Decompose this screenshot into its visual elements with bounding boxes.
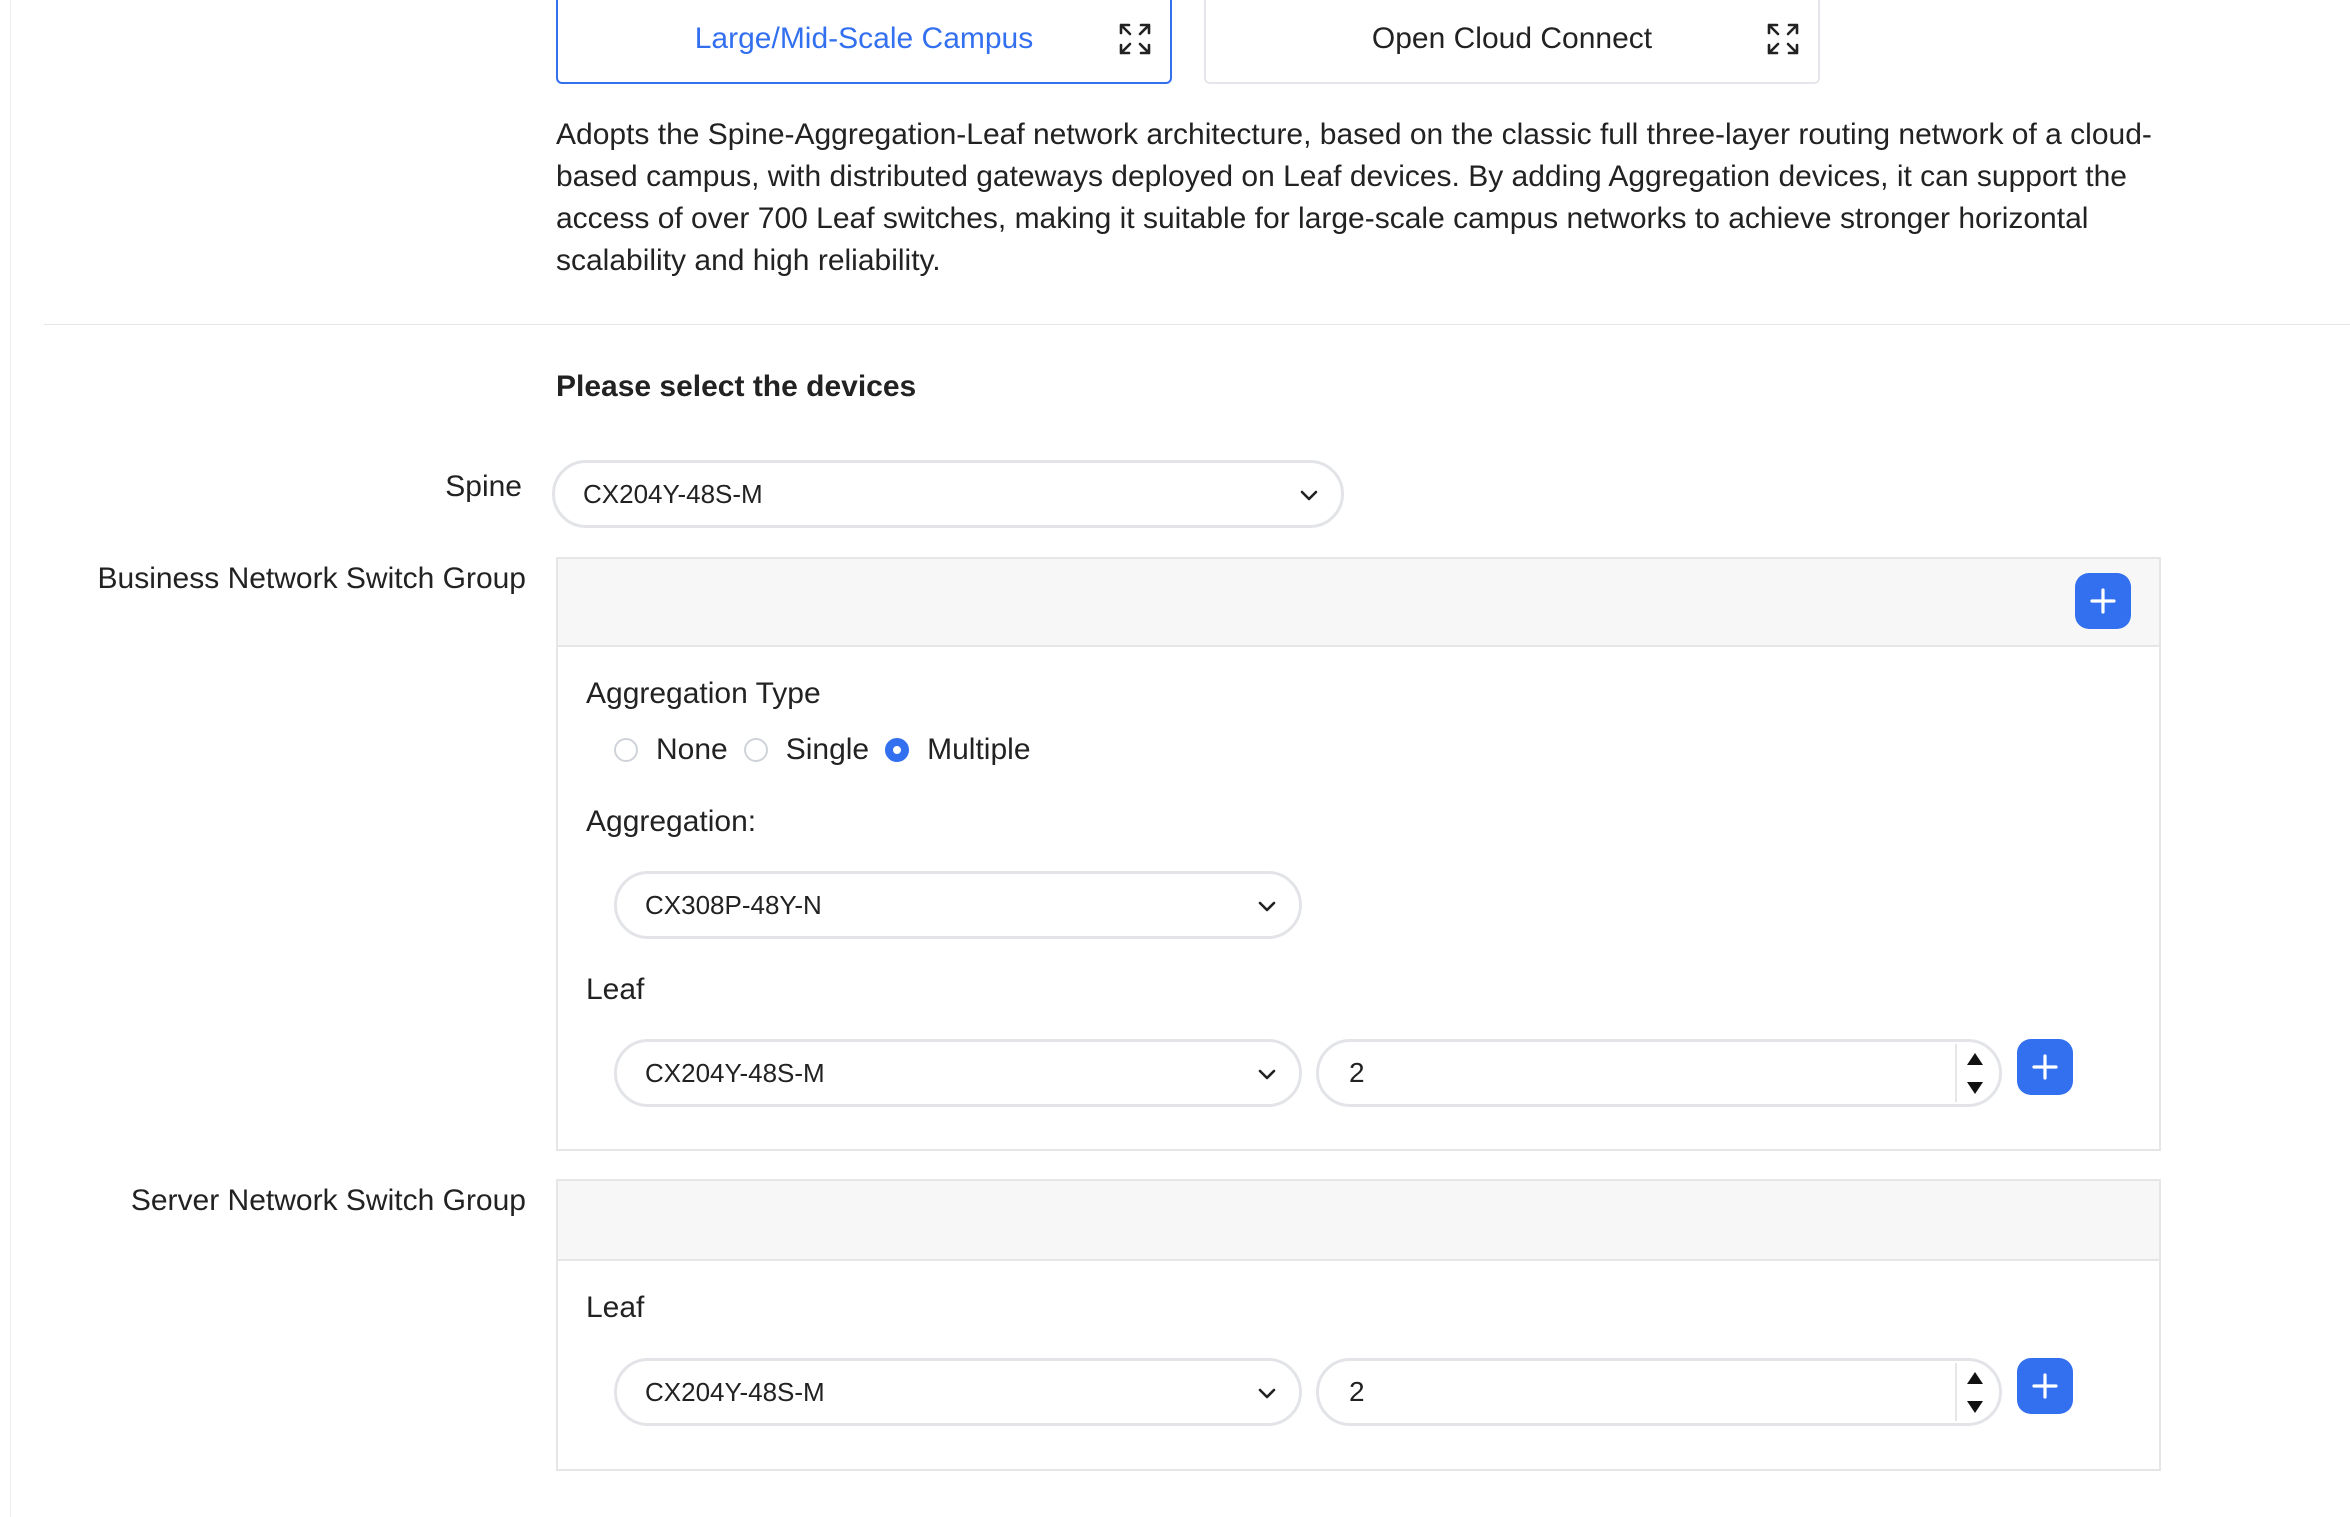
radio-circle [743, 738, 768, 762]
server-group-label: Server Network Switch Group [130, 1184, 526, 1217]
radio-single[interactable]: Single [743, 733, 870, 767]
server-leaf-count-input[interactable]: 2 [1316, 1358, 2002, 1426]
radio-label: None [656, 733, 728, 766]
radio-circle [614, 738, 638, 762]
leaf-label: Leaf [586, 1291, 645, 1324]
server-leaf-count-spinner[interactable] [1955, 1363, 1993, 1421]
tab-open-cloud-connect[interactable]: Open Cloud Connect [1204, 0, 1820, 84]
chevron-down-icon [1258, 1069, 1276, 1080]
plus-icon [2090, 588, 2116, 614]
increment-arrow-icon[interactable] [1967, 1052, 1983, 1065]
leaf-label: Leaf [586, 973, 645, 1006]
business-group-label: Business Network Switch Group [97, 562, 527, 595]
radio-label: Multiple [927, 733, 1031, 766]
leaf-select[interactable]: CX204Y-48S-M [614, 1039, 1302, 1107]
add-leaf-button[interactable] [2017, 1039, 2073, 1095]
radio-multiple[interactable]: Multiple [885, 733, 1031, 767]
increment-arrow-icon[interactable] [1967, 1371, 1983, 1384]
server-group-header [558, 1181, 2159, 1261]
chevron-down-icon [1300, 490, 1318, 501]
tab-label: Large/Mid-Scale Campus [694, 22, 1034, 55]
spine-label: Spine [445, 470, 522, 503]
aggregation-select[interactable]: CX308P-48Y-N [614, 871, 1302, 939]
spine-select[interactable]: CX204Y-48S-M [552, 460, 1344, 528]
aggregation-select-value: CX308P-48Y-N [645, 889, 822, 920]
aggregation-label: Aggregation: [586, 805, 757, 838]
business-group-header [558, 559, 2159, 647]
plus-icon [2032, 1054, 2058, 1080]
architecture-description: Adopts the Spine-Aggregation-Leaf networ… [556, 118, 2152, 277]
server-leaf-select[interactable]: CX204Y-48S-M [614, 1358, 1302, 1426]
leaf-count-input[interactable]: 2 [1316, 1039, 2002, 1107]
chevron-down-icon [1258, 1388, 1276, 1399]
tab-label: Open Cloud Connect [1371, 22, 1653, 55]
decrement-arrow-icon[interactable] [1967, 1400, 1983, 1413]
section-title: Please select the devices [556, 370, 917, 403]
expand-icon[interactable] [1766, 22, 1800, 56]
server-leaf-select-value: CX204Y-48S-M [645, 1376, 825, 1407]
section-divider [44, 324, 2350, 325]
tab-large-mid-scale-campus[interactable]: Large/Mid-Scale Campus [556, 0, 1172, 84]
page: Large/Mid-Scale Campus Open Cloud Connec… [0, 0, 2350, 1517]
server-group-panel: Leaf CX204Y-48S-M 2 [556, 1179, 2161, 1471]
decrement-arrow-icon[interactable] [1967, 1081, 1983, 1094]
add-business-group-button[interactable] [2075, 573, 2131, 629]
radio-none[interactable]: None [614, 733, 728, 767]
left-border [10, 0, 11, 1517]
radio-circle-checked [885, 738, 910, 762]
aggregation-type-radio-group: None Single Multiple [614, 733, 1047, 767]
expand-icon[interactable] [1118, 22, 1152, 56]
add-server-leaf-button[interactable] [2017, 1358, 2073, 1414]
leaf-select-value: CX204Y-48S-M [645, 1057, 825, 1088]
chevron-down-icon [1258, 901, 1276, 912]
plus-icon [2032, 1373, 2058, 1399]
aggregation-type-label: Aggregation Type [586, 677, 821, 710]
radio-label: Single [785, 733, 870, 766]
leaf-count-spinner[interactable] [1955, 1044, 1993, 1102]
business-group-panel: Aggregation Type None Single Multiple Ag… [556, 557, 2161, 1151]
spine-select-value: CX204Y-48S-M [583, 478, 763, 509]
leaf-count-value: 2 [1349, 1057, 1365, 1088]
server-leaf-count-value: 2 [1349, 1376, 1365, 1407]
